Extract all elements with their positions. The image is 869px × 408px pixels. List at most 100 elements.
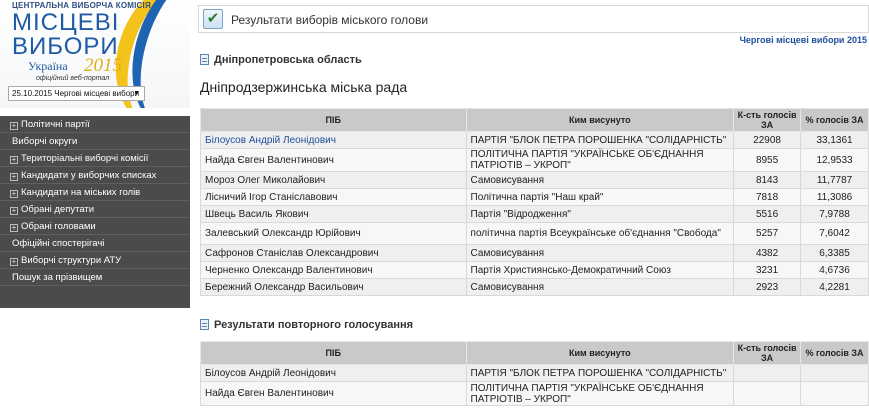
nominated-by: ПАРТІЯ "БЛОК ПЕТРА ПОРОШЕНКА "СОЛІДАРНІС… xyxy=(465,131,735,149)
candidate-name[interactable]: Білоусов Андрій Леонідович xyxy=(200,131,467,149)
votes-percent: 11,3086 xyxy=(800,188,869,206)
sidebar-item[interactable]: + Обрані головами xyxy=(0,218,190,235)
sidebar-item[interactable]: + Обрані депутати xyxy=(0,201,190,218)
nominated-by: ПОЛІТИЧНА ПАРТІЯ "УКРАЇНСЬКЕ ОБ'ЄДНАННЯ … xyxy=(465,381,735,406)
repeat-results-table: ПІБ Ким висунуто К-сть голосів ЗА % голо… xyxy=(200,341,869,406)
candidate-name: Бережний Олександр Васильович xyxy=(200,278,467,296)
votes-percent: 11,7787 xyxy=(800,171,869,189)
checkmark-icon: ✔ xyxy=(203,9,223,29)
table-row: Білоусов Андрій Леонідович ПАРТІЯ "БЛОК П… xyxy=(200,131,869,149)
sidebar-item-label: Обрані депутати xyxy=(21,204,95,215)
votes-percent xyxy=(800,381,869,406)
votes-count: 8955 xyxy=(733,148,802,172)
col-header-votes: К-сть голосів ЗА xyxy=(733,108,802,132)
sidebar-item-label: Офіційні спостерігачі xyxy=(12,238,105,249)
col-header-percent: % голосів ЗА xyxy=(800,108,869,132)
expand-plus-icon[interactable]: + xyxy=(10,224,18,232)
votes-percent: 4,2281 xyxy=(800,278,869,296)
votes-percent: 6,3385 xyxy=(800,244,869,262)
sidebar-item-label: Політичні партії xyxy=(21,119,90,130)
nominated-by: Самовисування xyxy=(465,171,735,189)
table-row: Найда Євген Валентинович ПОЛІТИЧНА ПАРТІЯ… xyxy=(200,148,869,172)
col-header-name: ПІБ xyxy=(200,341,467,365)
expand-plus-icon[interactable]: + xyxy=(10,156,18,164)
nominated-by: Самовисування xyxy=(465,244,735,262)
region-name: Дніпропетровська область xyxy=(214,54,362,66)
table-row: Лісничий Ігор Станіславович Політична пар… xyxy=(200,188,869,206)
expand-plus-icon[interactable]: + xyxy=(10,173,18,181)
expand-plus-icon[interactable]: + xyxy=(10,190,18,198)
results-table-header: ПІБ Ким висунуто К-сть голосів ЗА % голо… xyxy=(200,108,869,132)
col-header-nominated: Ким висунуто xyxy=(465,341,735,365)
sidebar-item[interactable]: + Політичні партії xyxy=(0,116,190,133)
nominated-by: Партія "Відродження" xyxy=(465,205,735,223)
col-header-votes: К-сть голосів ЗА xyxy=(733,341,802,365)
sidebar-item[interactable]: + Кандидати у виборчих списках xyxy=(0,167,190,184)
sidebar-item[interactable]: + Кандидати на міських голів xyxy=(0,184,190,201)
votes-percent xyxy=(800,364,869,382)
site-logo[interactable]: ЦЕНТРАЛЬНА ВИБОРЧА КОМІСІЯ МІСЦЕВІ ВИБОР… xyxy=(0,0,190,108)
candidate-name: Білоусов Андрій Леонідович xyxy=(200,364,467,382)
page-title: Результати виборів міського голови xyxy=(231,13,429,27)
nominated-by: Самовисування xyxy=(465,278,735,296)
page-title-bar: ✔ Результати виборів міського голови xyxy=(198,5,869,33)
repeat-voting-heading: Результати повторного голосування xyxy=(200,319,413,331)
votes-count: 22908 xyxy=(733,131,802,149)
votes-count: 8143 xyxy=(733,171,802,189)
results-table: ПІБ Ким висунуто К-сть голосів ЗА % голо… xyxy=(200,108,869,296)
expand-plus-icon[interactable]: + xyxy=(10,258,18,266)
votes-count xyxy=(733,381,802,406)
nominated-by: ПОЛІТИЧНА ПАРТІЯ "УКРАЇНСЬКЕ ОБ'ЄДНАННЯ … xyxy=(465,148,735,172)
nominated-by: Партія Християнсько-Демократичний Союз xyxy=(465,261,735,279)
document-icon xyxy=(200,319,209,330)
election-date-select[interactable]: 25.10.2015 Чергові місцеві вибори ▼ xyxy=(8,86,145,101)
table-row: Білоусов Андрій Леонідович ПАРТІЯ "БЛОК П… xyxy=(200,364,869,382)
sidebar-item[interactable]: Офіційні спостерігачі xyxy=(0,235,190,252)
candidate-name: Мороз Олег Миколайович xyxy=(200,171,467,189)
sidebar-item-label: Обрані головами xyxy=(21,221,96,232)
candidate-name: Черненко Олександр Валентинович xyxy=(200,261,467,279)
votes-percent: 7,6042 xyxy=(800,222,869,245)
candidate-name: Найда Євген Валентинович xyxy=(200,381,467,406)
votes-percent: 12,9533 xyxy=(800,148,869,172)
votes-count: 3231 xyxy=(733,261,802,279)
regular-elections-link[interactable]: Чергові місцеві вибори 2015 xyxy=(740,35,867,45)
votes-count xyxy=(733,364,802,382)
expand-plus-icon[interactable]: + xyxy=(10,122,18,130)
candidate-name: Залевський Олександр Юрійович xyxy=(200,222,467,245)
sidebar-item-label: Виборчі структури АТУ xyxy=(21,255,122,266)
candidate-name: Найда Євген Валентинович xyxy=(200,148,467,172)
sidebar-nav: + Політичні партії Виборчі округи + Територі… xyxy=(0,116,190,308)
votes-count: 2923 xyxy=(733,278,802,296)
logo-country: Україна xyxy=(28,59,68,73)
nominated-by: Політична партія "Наш край" xyxy=(465,188,735,206)
col-header-percent: % голосів ЗА xyxy=(800,341,869,365)
votes-percent: 4,6736 xyxy=(800,261,869,279)
votes-count: 5516 xyxy=(733,205,802,223)
candidate-name: Швець Василь Якович xyxy=(200,205,467,223)
votes-percent: 33,1361 xyxy=(800,131,869,149)
votes-count: 7818 xyxy=(733,188,802,206)
votes-count: 4382 xyxy=(733,244,802,262)
table-row: Залевський Олександр Юрійович політична п… xyxy=(200,222,869,245)
nominated-by: політична партія Всеукраїнське об'єднанн… xyxy=(465,222,735,245)
sidebar-item-label: Виборчі округи xyxy=(12,136,78,147)
sidebar-item-label: Кандидати на міських голів xyxy=(21,187,141,198)
sidebar-item[interactable]: + Територіальні виборчі комісії xyxy=(0,150,190,167)
sidebar-item[interactable]: + Виборчі структури АТУ xyxy=(0,252,190,269)
col-header-name: ПІБ xyxy=(200,108,467,132)
document-icon xyxy=(200,54,209,65)
region-heading: Дніпропетровська область xyxy=(200,54,362,66)
sidebar-item-label: Пошук за прізвищем xyxy=(12,272,103,283)
table-row: Найда Євген Валентинович ПОЛІТИЧНА ПАРТІЯ… xyxy=(200,381,869,406)
sidebar-item-label: Кандидати у виборчих списках xyxy=(21,170,157,181)
election-date-value: 25.10.2015 Чергові місцеві вибори xyxy=(12,89,140,98)
candidate-name: Лісничий Ігор Станіславович xyxy=(200,188,467,206)
sidebar-item-label: Територіальні виборчі комісії xyxy=(21,153,149,164)
sidebar-item[interactable]: Пошук за прізвищем xyxy=(0,269,190,286)
logo-year: 2015 xyxy=(84,55,122,76)
sidebar-item[interactable]: Виборчі округи xyxy=(0,133,190,150)
table-row: Швець Василь Якович Партія "Відродження" 5… xyxy=(200,205,869,223)
expand-plus-icon[interactable]: + xyxy=(10,207,18,215)
repeat-voting-title: Результати повторного голосування xyxy=(214,319,414,331)
